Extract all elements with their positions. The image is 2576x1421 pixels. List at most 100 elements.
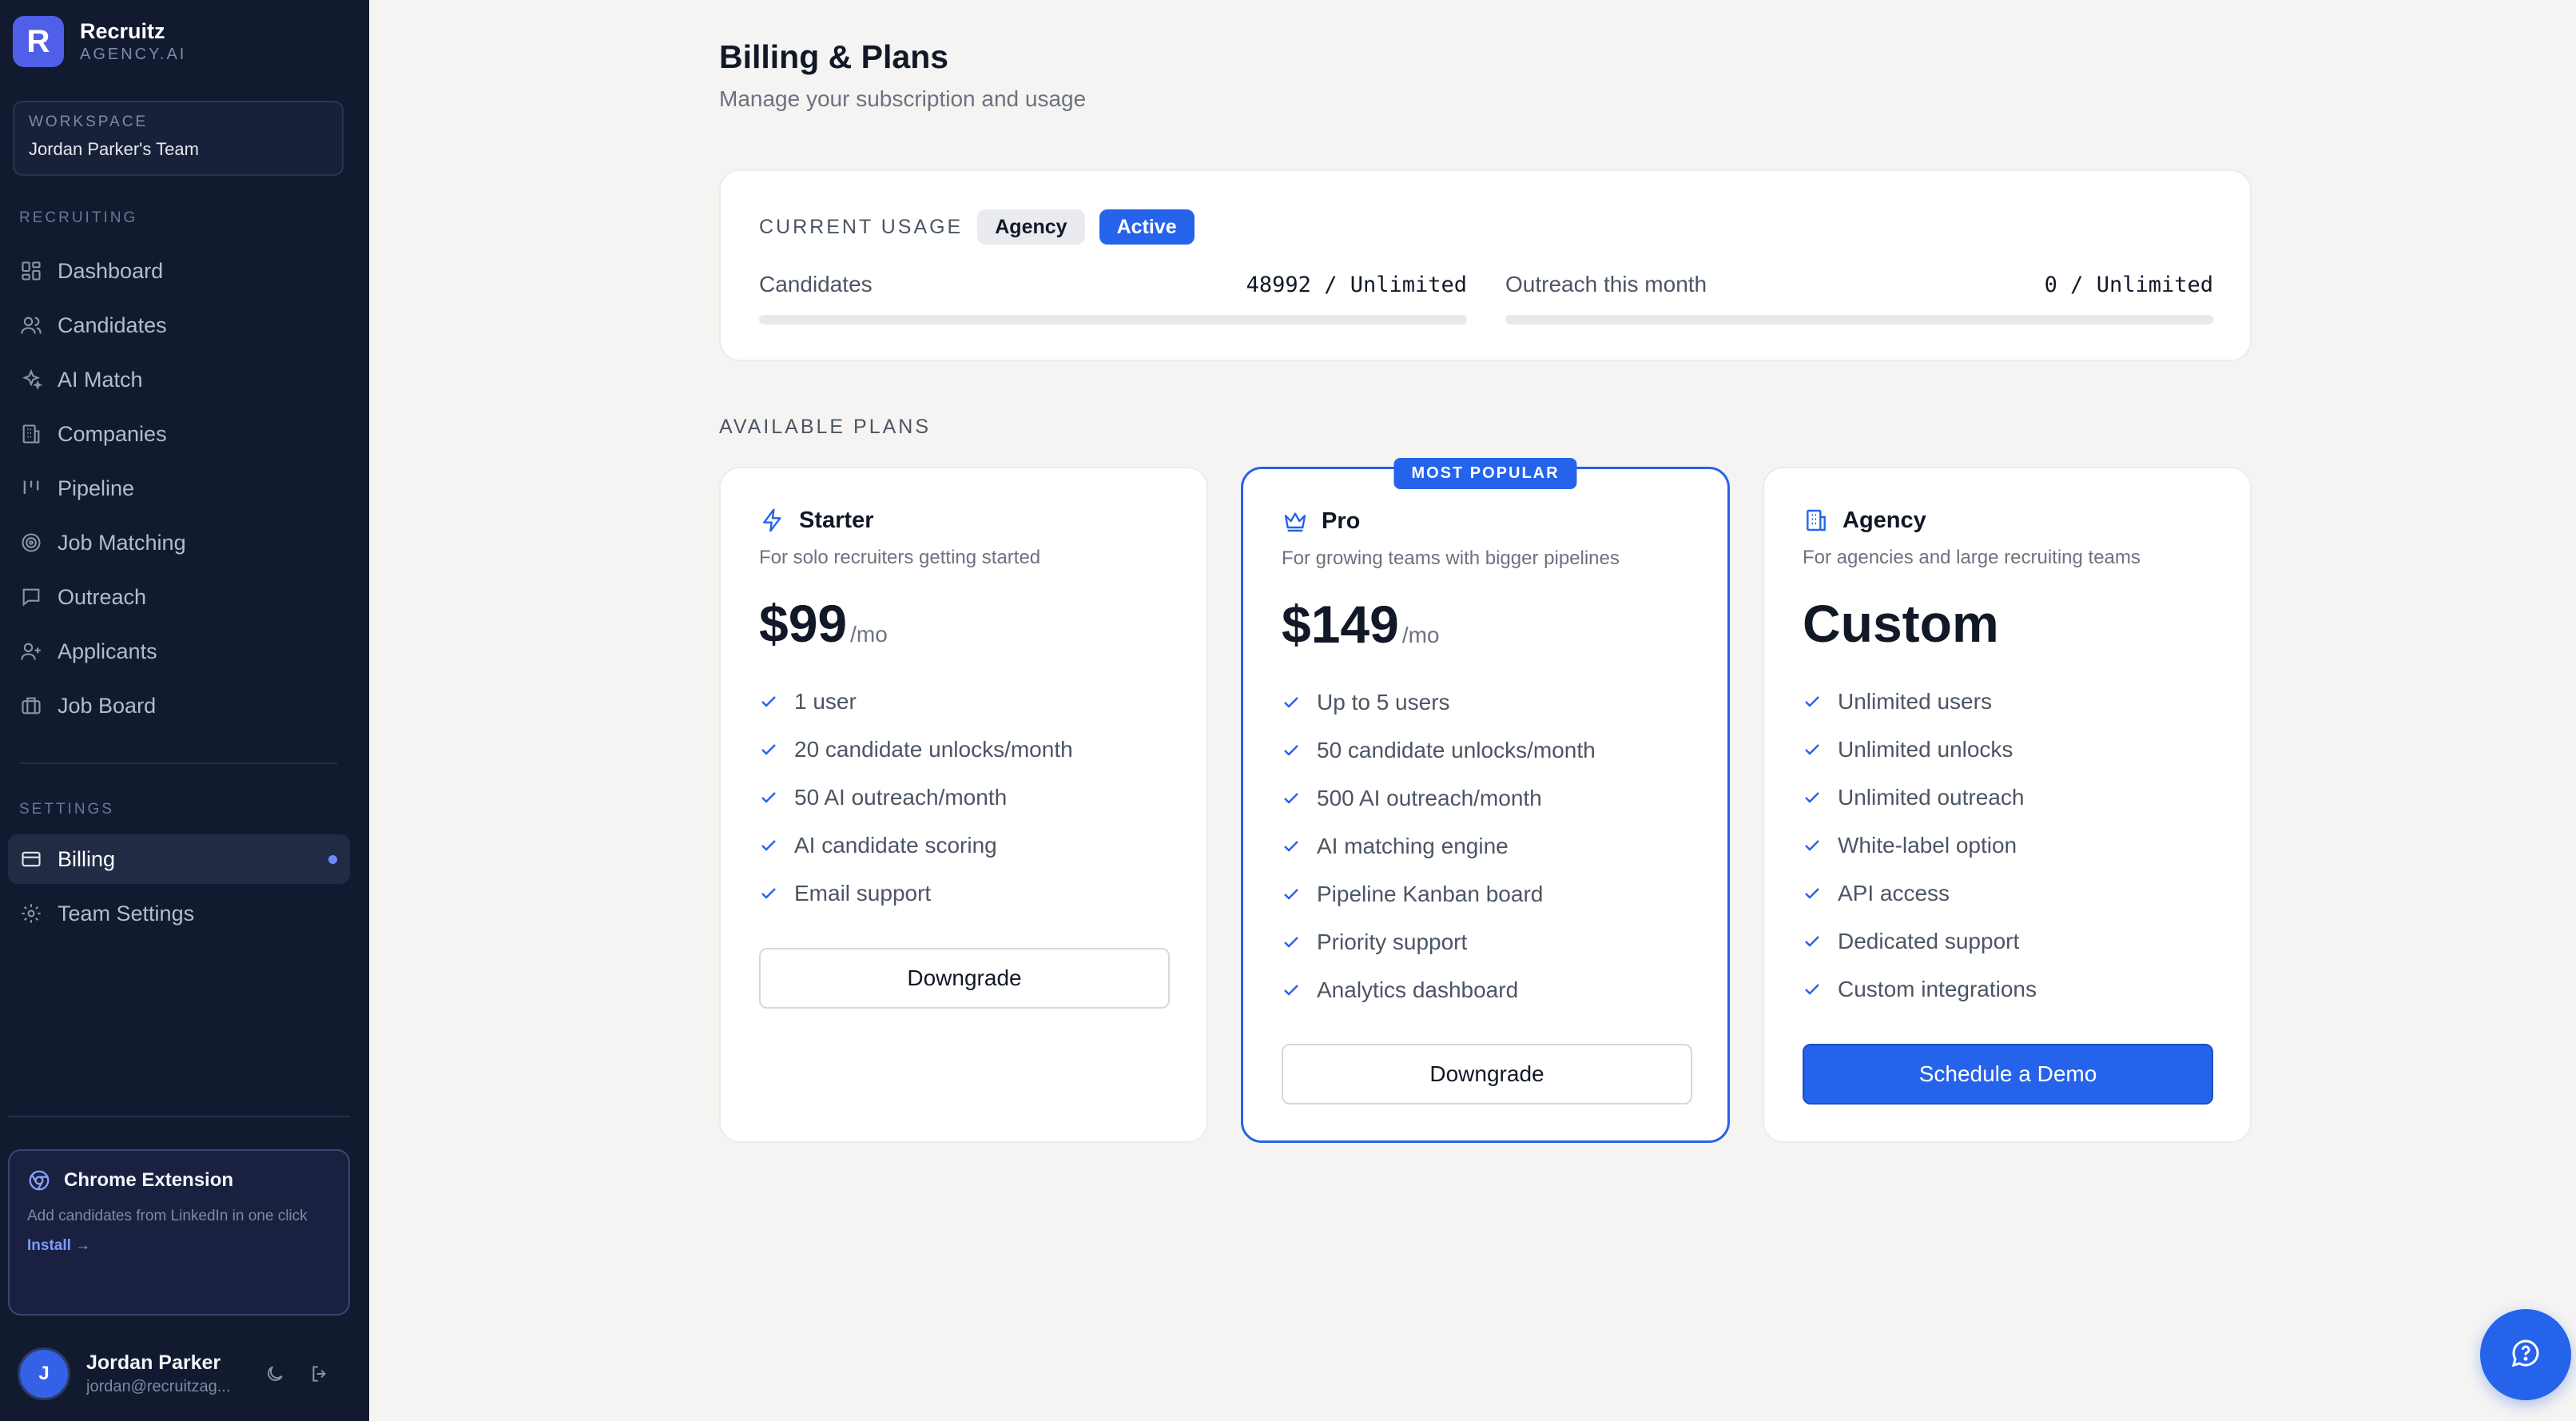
- meter-value: 0 / Unlimited: [2044, 272, 2213, 297]
- plan-card-starter: Starter For solo recruiters getting star…: [719, 467, 1208, 1143]
- sidebar-item-candidates[interactable]: Candidates: [8, 301, 350, 350]
- sidebar-item-label: Dashboard: [58, 258, 164, 283]
- user-email: jordan@recruitzag...: [86, 1378, 231, 1395]
- sidebar-item-companies[interactable]: Companies: [8, 409, 350, 459]
- downgrade-starter-button[interactable]: Downgrade: [759, 948, 1170, 1009]
- feature-item: Unlimited outreach: [1803, 774, 2037, 822]
- chrome-icon: [27, 1168, 51, 1192]
- kanban-icon: [19, 476, 43, 500]
- logout-icon[interactable]: [304, 1358, 336, 1390]
- help-chat-button[interactable]: [2480, 1309, 2571, 1400]
- brand-name: Recruitz: [80, 19, 165, 43]
- chrome-extension-description: Add candidates from LinkedIn in one clic…: [27, 1208, 308, 1224]
- recruiting-section-label: RECRUITING: [19, 209, 138, 226]
- gear-icon: [19, 902, 43, 925]
- sidebar-item-label: Billing: [58, 846, 116, 871]
- feature-item: White-label option: [1803, 822, 2037, 870]
- check-icon: [1284, 889, 1298, 900]
- check-icon: [1284, 793, 1298, 804]
- plan-description: For agencies and large recruiting teams: [1803, 547, 2141, 568]
- sidebar-item-label: Team Settings: [58, 901, 195, 925]
- feature-item: Pipeline Kanban board: [1282, 870, 1596, 918]
- sidebar-item-label: Pipeline: [58, 476, 135, 500]
- feature-item: 1 user: [759, 678, 1073, 726]
- install-extension-link[interactable]: Install →: [27, 1237, 331, 1255]
- sidebar-item-label: Job Board: [58, 693, 157, 718]
- current-usage-label: CURRENT USAGE: [759, 215, 964, 238]
- sidebar-item-dashboard[interactable]: Dashboard: [8, 246, 350, 296]
- sidebar-item-label: Companies: [58, 421, 167, 446]
- lightning-icon: [759, 507, 786, 534]
- status-badge: Active: [1099, 209, 1195, 245]
- feature-item: 20 candidate unlocks/month: [759, 726, 1073, 774]
- downgrade-pro-button[interactable]: Downgrade: [1282, 1044, 1692, 1105]
- feature-item: AI matching engine: [1282, 822, 1596, 870]
- check-icon: [761, 840, 776, 851]
- check-icon: [761, 696, 776, 707]
- plan-name: Pro: [1322, 508, 1361, 534]
- sidebar-item-applicants[interactable]: Applicants: [8, 627, 350, 676]
- feature-item: Up to 5 users: [1282, 679, 1596, 726]
- check-icon: [1805, 936, 1819, 947]
- sidebar-item-label: Job Matching: [58, 530, 186, 555]
- feature-item: Email support: [759, 870, 1073, 917]
- schedule-demo-button[interactable]: Schedule a Demo: [1803, 1044, 2213, 1105]
- check-icon: [1284, 985, 1298, 996]
- feature-item: AI candidate scoring: [759, 822, 1073, 870]
- feature-item: Dedicated support: [1803, 917, 2037, 965]
- sidebar-item-team-settings[interactable]: Team Settings: [8, 889, 350, 938]
- sidebar-item-billing[interactable]: Billing: [8, 834, 350, 884]
- check-icon: [761, 792, 776, 803]
- plan-price: Custom: [1803, 594, 1999, 653]
- meter-value: 48992 / Unlimited: [1246, 272, 1467, 297]
- sidebar-item-outreach[interactable]: Outreach: [8, 572, 350, 622]
- page-subtitle: Manage your subscription and usage: [719, 86, 1087, 111]
- check-icon: [1805, 696, 1819, 707]
- check-icon: [1805, 888, 1819, 899]
- chrome-extension-title: Chrome Extension: [64, 1169, 234, 1191]
- dashboard-icon: [19, 259, 43, 283]
- progress-track: [1505, 315, 2213, 324]
- sidebar-item-job-matching[interactable]: Job Matching: [8, 518, 350, 567]
- sparkles-icon: [19, 368, 43, 392]
- feature-item: Analytics dashboard: [1282, 966, 1596, 1014]
- crown-icon: [1282, 508, 1309, 535]
- brand[interactable]: R Recruitz AGENCY.AI: [13, 16, 186, 67]
- outreach-usage-meter: Outreach this month 0 / Unlimited: [1505, 272, 2213, 324]
- check-icon: [1284, 697, 1298, 708]
- plan-name: Agency: [1843, 507, 1926, 533]
- feature-list: Up to 5 users 50 candidate unlocks/month…: [1282, 679, 1596, 1014]
- sidebar-item-job-board[interactable]: Job Board: [8, 681, 350, 730]
- settings-section-label: SETTINGS: [19, 801, 115, 818]
- check-icon: [1284, 745, 1298, 756]
- workspace-label: WORKSPACE: [29, 113, 149, 130]
- plan-period: /mo: [1401, 623, 1440, 647]
- plan-description: For growing teams with bigger pipelines: [1282, 547, 1620, 569]
- check-icon: [1805, 792, 1819, 803]
- feature-item: Custom integrations: [1803, 965, 2037, 1013]
- plan-card-pro: MOST POPULAR Pro For growing teams with …: [1241, 458, 1730, 1143]
- credit-card-icon: [19, 847, 43, 871]
- workspace-switcher[interactable]: WORKSPACE Jordan Parker's Team: [13, 101, 344, 176]
- sidebar-item-ai-match[interactable]: AI Match: [8, 355, 350, 404]
- sidebar: R Recruitz AGENCY.AI WORKSPACE Jordan Pa…: [0, 0, 369, 1421]
- feature-item: Unlimited unlocks: [1803, 726, 2037, 774]
- users-icon: [19, 313, 43, 337]
- feature-item: 500 AI outreach/month: [1282, 774, 1596, 822]
- briefcase-icon: [19, 694, 43, 718]
- check-icon: [761, 744, 776, 755]
- avatar[interactable]: J: [18, 1347, 70, 1400]
- candidates-usage-meter: Candidates 48992 / Unlimited: [759, 272, 1467, 324]
- plan-name: Starter: [799, 507, 874, 533]
- theme-toggle-moon-icon[interactable]: [259, 1358, 291, 1390]
- feature-item: 50 candidate unlocks/month: [1282, 726, 1596, 774]
- brand-subtitle: AGENCY.AI: [80, 46, 187, 63]
- sidebar-item-label: AI Match: [58, 367, 143, 392]
- plan-description: For solo recruiters getting started: [759, 547, 1041, 568]
- chrome-extension-card: Chrome Extension Add candidates from Lin…: [8, 1149, 350, 1316]
- sidebar-item-pipeline[interactable]: Pipeline: [8, 464, 350, 513]
- building-icon: [19, 422, 43, 446]
- workspace-name: Jordan Parker's Team: [29, 139, 199, 159]
- feature-item: Unlimited users: [1803, 678, 2037, 726]
- page-title: Billing & Plans: [719, 38, 949, 75]
